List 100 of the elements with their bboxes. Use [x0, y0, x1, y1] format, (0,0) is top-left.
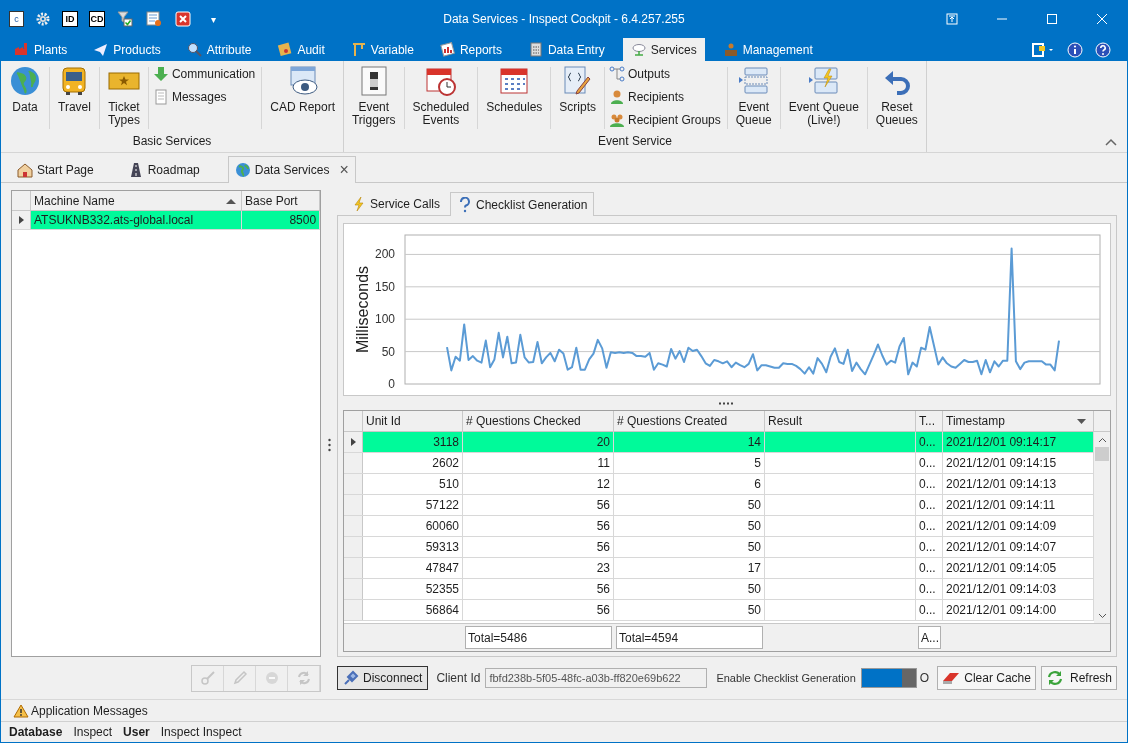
- ribbon-button[interactable]: Travel: [54, 65, 95, 114]
- column-header[interactable]: Machine Name: [31, 191, 242, 210]
- settings-button[interactable]: [35, 11, 51, 27]
- menu-tab[interactable]: Data Entry: [519, 38, 613, 61]
- sub-tab[interactable]: Checklist Generation: [450, 192, 595, 216]
- gear-icon: [36, 12, 50, 26]
- document-tab[interactable]: Data Services ×: [227, 156, 356, 183]
- office-dropdown-button[interactable]: [1031, 41, 1055, 58]
- scrollbar-thumb[interactable]: [1095, 447, 1109, 461]
- table-cell: 6: [614, 474, 765, 494]
- filter-button[interactable]: [116, 10, 134, 28]
- chevron-down-icon: [1097, 613, 1107, 619]
- table-cell: 0...: [916, 453, 943, 473]
- ribbon-small-button[interactable]: Outputs: [609, 65, 721, 83]
- table-row[interactable]: ATSUKNB332.ats-global.local 8500: [12, 211, 321, 230]
- vertical-scrollbar[interactable]: [1094, 432, 1110, 623]
- delete-button[interactable]: [174, 10, 192, 28]
- ribbon-button[interactable]: CAD Report: [266, 65, 339, 114]
- ribbon-button[interactable]: Event Queue: [731, 65, 776, 127]
- table-row[interactable]: 47847 23 17 0... 2021/12/01 09:14:05: [344, 558, 1094, 579]
- column-header[interactable]: Timestamp: [943, 411, 1094, 431]
- table-row[interactable]: 57122 56 50 0... 2021/12/01 09:14:11: [344, 495, 1094, 516]
- table-cell: 56: [463, 495, 614, 515]
- sub-tab[interactable]: Service Calls: [345, 193, 447, 215]
- table-cell: 0...: [916, 516, 943, 536]
- menu-tab[interactable]: Services: [622, 38, 705, 61]
- note-icon: [277, 41, 294, 58]
- field-label: Client Id: [436, 670, 481, 687]
- person-icon: [609, 89, 625, 105]
- column-header[interactable]: Result: [765, 411, 916, 431]
- close-tab-button[interactable]: ×: [339, 162, 349, 178]
- document-icon: [152, 89, 169, 105]
- ribbon-button[interactable]: Scheduled Events: [408, 65, 474, 127]
- table-row[interactable]: 2602 11 5 0... 2021/12/01 09:14:15: [344, 453, 1094, 474]
- ribbon-small-button[interactable]: Communication: [152, 65, 256, 83]
- application-messages-button[interactable]: Application Messages: [13, 701, 148, 720]
- menu-tab[interactable]: Products: [85, 38, 169, 61]
- table-cell: 0...: [916, 432, 943, 452]
- menu-tab[interactable]: Attribute: [178, 38, 260, 61]
- refresh-icon: [1045, 670, 1064, 686]
- table-row[interactable]: 3118 20 14 0... 2021/12/01 09:14:17: [344, 432, 1094, 453]
- filter-check-icon: [117, 11, 133, 27]
- info-icon: [1067, 41, 1083, 58]
- table-cell: 0...: [916, 495, 943, 515]
- column-header[interactable]: Base Port: [242, 191, 321, 210]
- menu-tab[interactable]: Plants: [6, 38, 76, 61]
- table-row[interactable]: 52355 56 50 0... 2021/12/01 09:14:03: [344, 579, 1094, 600]
- column-header[interactable]: # Questions Checked: [463, 411, 614, 431]
- info-button[interactable]: [1067, 41, 1083, 58]
- table-row[interactable]: 510 12 6 0... 2021/12/01 09:14:13: [344, 474, 1094, 495]
- plug-icon: [343, 670, 359, 686]
- ribbon-button[interactable]: Scripts: [555, 65, 600, 114]
- ribbon-button[interactable]: Data: [5, 65, 45, 114]
- letter-button[interactable]: CD: [89, 11, 105, 27]
- calculator-icon: [527, 41, 544, 58]
- client-id-field[interactable]: fbfd238b-5f05-48fc-a03b-ff820e69b622: [485, 668, 708, 688]
- customize-button[interactable]: ▾: [207, 11, 220, 27]
- menu-tab[interactable]: Variable: [342, 38, 422, 61]
- table-row[interactable]: 59313 56 50 0... 2021/12/01 09:14:07: [344, 537, 1094, 558]
- letter-button[interactable]: ID: [62, 11, 78, 27]
- ribbon-small-button[interactable]: Messages: [152, 88, 256, 106]
- clear-cache-button[interactable]: Clear Cache: [937, 666, 1036, 690]
- toggle-switch[interactable]: [860, 668, 917, 688]
- people-icon: [609, 112, 625, 128]
- queue-icon: [737, 65, 770, 97]
- disconnect-button[interactable]: Disconnect: [337, 666, 429, 690]
- help-button[interactable]: [1095, 41, 1111, 58]
- table-cell: 11: [463, 453, 614, 473]
- collapse-ribbon-button[interactable]: [1105, 138, 1117, 146]
- column-header[interactable]: T...: [916, 411, 943, 431]
- table-cell: 17: [614, 558, 765, 578]
- ribbon-button[interactable]: Event Queue (Live!): [784, 65, 863, 127]
- refresh-button[interactable]: Refresh: [1040, 666, 1117, 690]
- column-header[interactable]: # Questions Created: [614, 411, 765, 431]
- ribbon-small-button[interactable]: Recipients: [609, 88, 721, 106]
- chevron-up-icon: [1097, 437, 1107, 443]
- menu-tab[interactable]: Audit: [269, 38, 333, 61]
- ribbon-button[interactable]: Schedules: [482, 65, 547, 114]
- dropdown-arrow-icon: [1077, 418, 1086, 424]
- sheet-button[interactable]: [145, 10, 163, 28]
- ribbon-button[interactable]: Event Triggers: [348, 65, 400, 127]
- table-cell: 8500: [242, 211, 321, 229]
- ribbon-button[interactable]: Ticket Types: [103, 65, 144, 127]
- document-tab[interactable]: Roadmap: [121, 157, 206, 182]
- column-header[interactable]: Unit Id: [363, 411, 463, 431]
- table-row[interactable]: 60060 56 50 0... 2021/12/01 09:14:09: [344, 516, 1094, 537]
- document-tab[interactable]: Start Page: [11, 157, 100, 182]
- table-cell: 0...: [916, 600, 943, 620]
- splitter-grip-icon: [327, 437, 331, 452]
- table-cell: 12: [463, 474, 614, 494]
- letter-button[interactable]: c: [9, 11, 24, 27]
- total-summary: A...: [918, 626, 941, 649]
- menu-tab[interactable]: Reports: [431, 38, 510, 61]
- cloud-icon: [630, 41, 647, 58]
- menu-tab[interactable]: Management: [714, 38, 821, 61]
- ribbon-group-label: Event Service: [596, 133, 673, 150]
- ribbon-button[interactable]: Reset Queues: [871, 65, 922, 127]
- ribbon-small-button[interactable]: Recipient Groups: [609, 111, 721, 129]
- table-cell: 50: [614, 579, 765, 599]
- table-row[interactable]: 56864 56 50 0... 2021/12/01 09:14:00: [344, 600, 1094, 621]
